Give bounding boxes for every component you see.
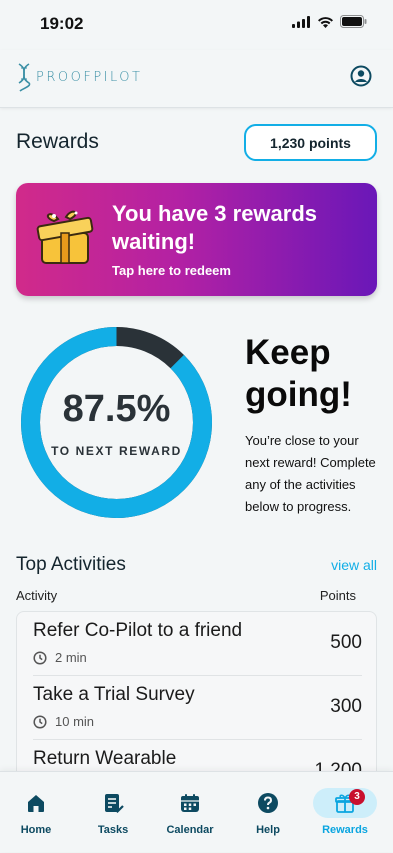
wifi-icon [318,16,333,28]
nav-item-calendar[interactable]: Calendar [160,772,220,853]
progress-headline: Keep going! [245,333,352,414]
nav-item-home[interactable]: Home [12,772,60,853]
list-item[interactable]: Refer Co-Pilot to a friend 2 min 500 [33,612,362,676]
rewards-count-badge: 3 [349,789,365,805]
activity-title: Return Wearable [33,748,177,769]
banner-subtitle: Tap here to redeem [112,263,231,278]
logo-helix-icon [18,63,31,92]
activity-points: 500 [330,632,362,653]
nav-label: Calendar [166,824,214,836]
progress-percent: 87.5% [62,388,171,430]
proofpilot-logo[interactable]: PROOFPILOT [16,62,142,92]
status-time: 19:02 [40,14,84,33]
activity-duration: 10 min [33,714,94,729]
home-icon [28,795,44,812]
section-title: Top Activities [16,554,126,575]
tasks-icon [105,794,124,814]
app-bar: PROOFPILOT [0,50,393,108]
logo-text: PROOFPILOT [36,69,143,85]
nav-label: Rewards [322,824,368,836]
status-icons [292,15,367,28]
nav-item-help[interactable]: Help [244,772,292,853]
clock-icon [33,714,47,729]
activity-title: Take a Trial Survey [33,684,195,705]
activity-title: Refer Co-Pilot to a friend [33,620,243,641]
profile-icon[interactable] [350,65,372,87]
battery-icon [340,15,367,28]
banner-title: You have 3 rewards waiting! [112,201,318,254]
column-header-points: Points [319,588,356,603]
activity-time: 2 min [55,650,87,665]
points-balance-badge[interactable]: 1,230 points [244,124,377,161]
cellular-icon [292,15,310,28]
page-title: Rewards [16,130,99,153]
gift-icon [36,210,94,264]
calendar-icon [181,794,199,812]
progress-description: You’re close to your next reward! Comple… [245,433,376,514]
progress-caption: TO NEXT REWARD [51,444,182,458]
nav-item-rewards[interactable]: Rewards [313,772,377,853]
nav-label: Tasks [97,824,129,836]
nav-item-tasks[interactable]: Tasks [89,772,137,853]
activity-time: 10 min [55,714,95,729]
list-item[interactable]: Take a Trial Survey 10 min 300 [33,676,362,740]
activity-points: 300 [330,696,362,717]
nav-label: Home [20,824,52,836]
rewards-waiting-banner[interactable]: You have 3 rewards waiting! Tap here to … [16,183,377,296]
view-all-link[interactable]: view all [331,557,377,573]
column-header-activity: Activity [16,588,58,603]
help-icon [258,793,278,813]
status-bar: 19:02 [0,0,393,50]
nav-label: Help [256,824,280,836]
bottom-nav: Home Tasks Calendar Help Rewards [0,771,393,852]
clock-icon [33,650,47,665]
activity-duration: 2 min [33,650,87,665]
